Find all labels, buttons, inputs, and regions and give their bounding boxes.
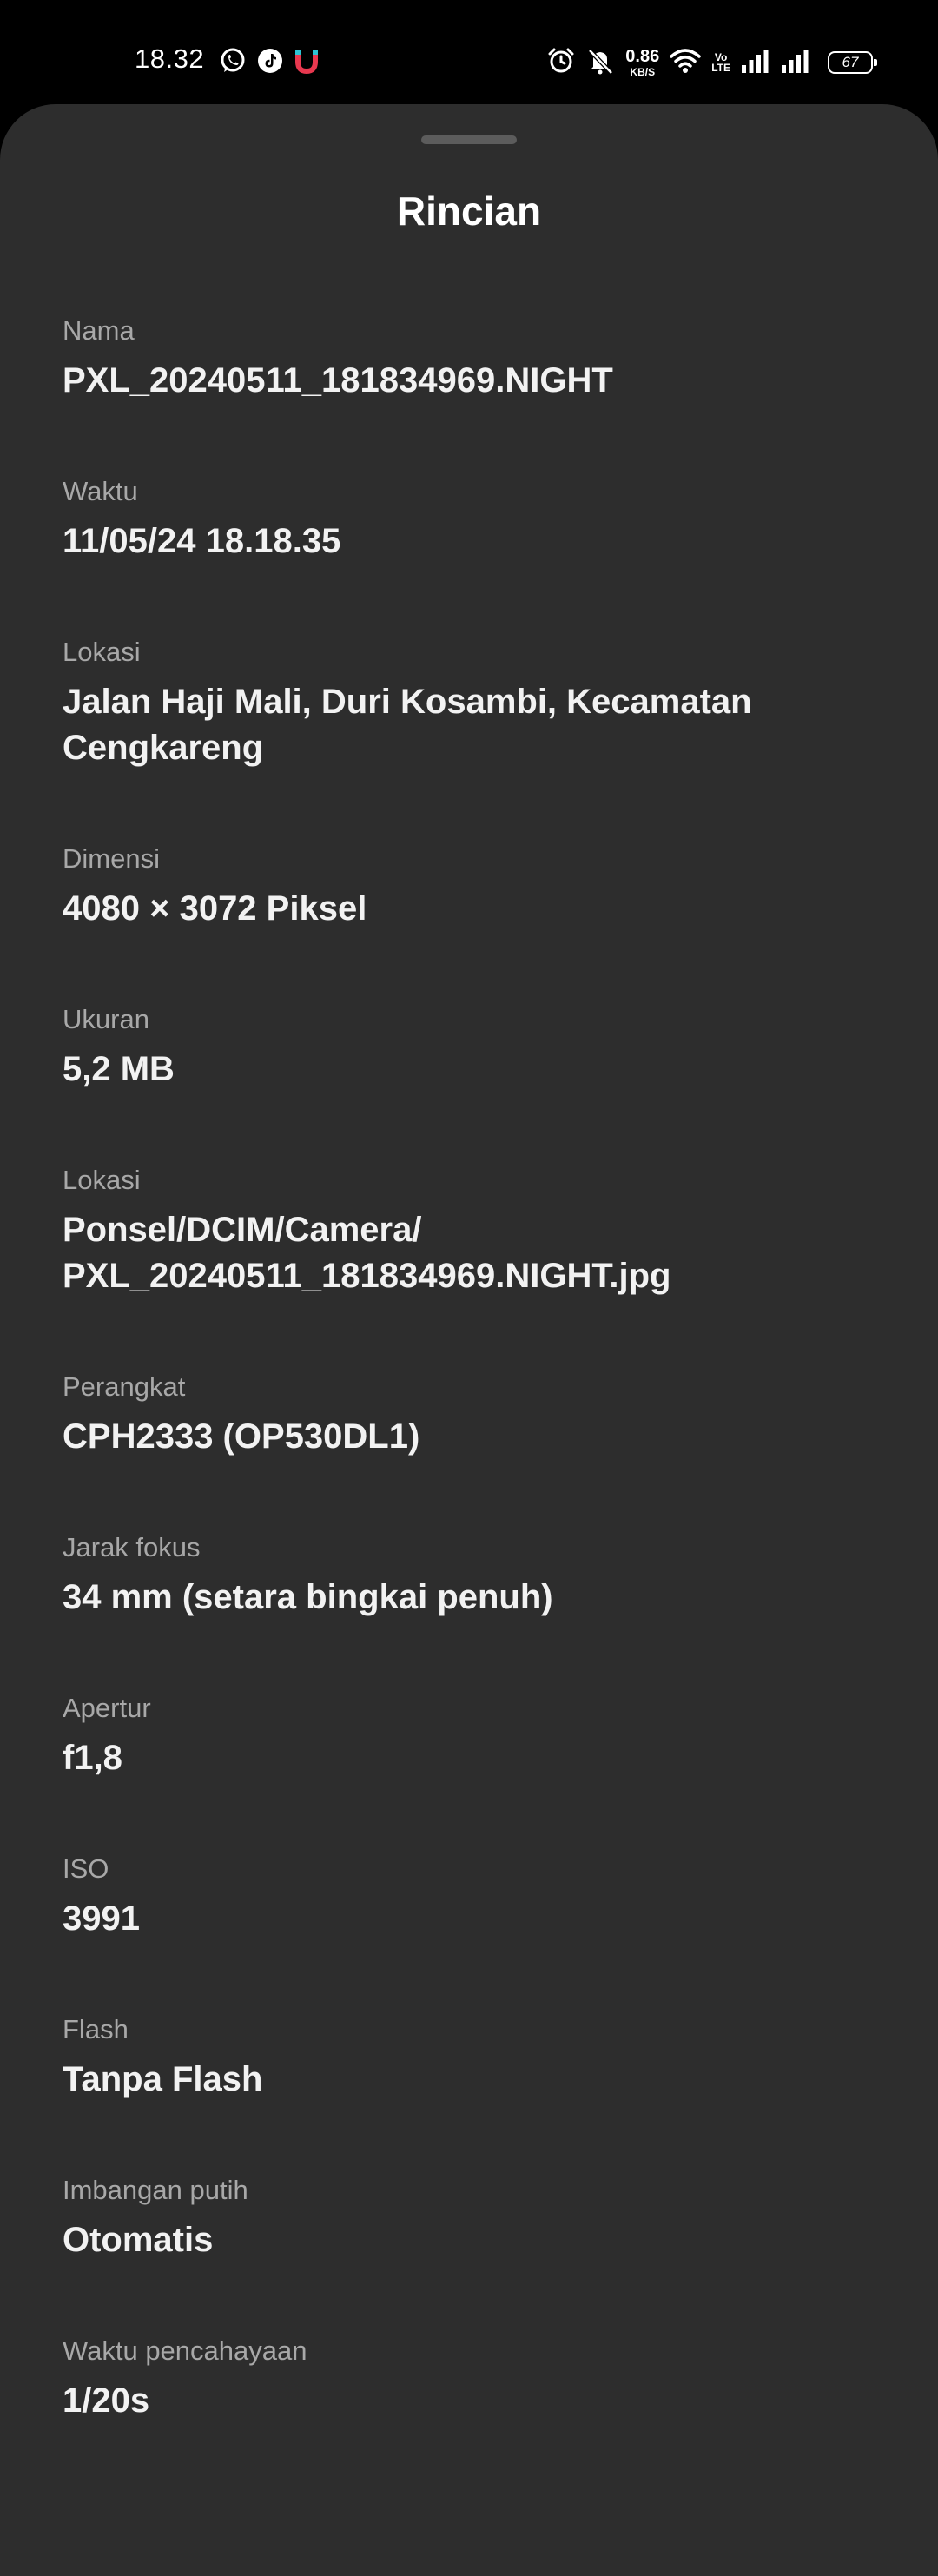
volte-indicator: Vo LTE <box>711 52 730 73</box>
sheet-title: Rincian <box>396 188 542 234</box>
details-list: Nama PXL_20240511_181834969.NIGHT Waktu … <box>63 313 879 2493</box>
alarm-icon <box>547 47 575 79</box>
status-time: 18.32 <box>135 43 205 74</box>
network-speed: 0.86 KB/S <box>625 48 659 77</box>
detail-label: Perangkat <box>63 1371 186 1402</box>
detail-label: Imbangan putih <box>63 2175 248 2205</box>
detail-value: 34 mm (setara bingkai penuh) <box>63 1578 553 1616</box>
wifi-icon <box>670 48 701 78</box>
detail-value: 5,2 MB <box>63 1050 175 1088</box>
detail-item-waktu: Waktu 11/05/24 18.18.35 <box>63 473 879 565</box>
detail-value: CPH2333 (OP530DL1) <box>63 1417 420 1456</box>
detail-item-jarak-fokus: Jarak fokus 34 mm (setara bingkai penuh) <box>63 1529 879 1621</box>
detail-item-waktu-pencahayaan: Waktu pencahayaan 1/20s <box>63 2333 879 2424</box>
signal-2-icon <box>781 49 810 77</box>
detail-label: Dimensi <box>63 843 160 874</box>
battery-icon: 67 <box>828 51 877 74</box>
detail-label: Waktu <box>63 476 138 506</box>
magnet-icon <box>294 47 320 79</box>
details-bottom-sheet: Rincian Nama PXL_20240511_181834969.NIGH… <box>0 104 938 2576</box>
detail-item-perangkat: Perangkat CPH2333 (OP530DL1) <box>63 1369 879 1460</box>
detail-label: Flash <box>63 2014 129 2044</box>
detail-item-nama: Nama PXL_20240511_181834969.NIGHT <box>63 313 879 404</box>
detail-item-apertur: Apertur f1,8 <box>63 1690 879 1781</box>
notification-icons <box>219 47 320 78</box>
detail-label: Waktu pencahayaan <box>63 2335 307 2366</box>
detail-item-lokasi-path: Lokasi Ponsel/DCIM/Camera/ PXL_20240511_… <box>63 1162 879 1299</box>
tiktok-icon <box>257 48 283 78</box>
detail-value: 3991 <box>63 1899 140 1938</box>
detail-item-iso: ISO 3991 <box>63 1851 879 1942</box>
signal-1-icon <box>741 49 770 77</box>
detail-label: Lokasi <box>63 637 141 667</box>
battery-level: 67 <box>842 54 859 70</box>
detail-item-ukuran: Ukuran 5,2 MB <box>63 1001 879 1093</box>
detail-label: ISO <box>63 1853 109 1884</box>
detail-value: Jalan Haji Mali, Duri Kosambi, Kecamatan… <box>63 683 752 767</box>
detail-item-lokasi-geo: Lokasi Jalan Haji Mali, Duri Kosambi, Ke… <box>63 634 879 771</box>
detail-value: Ponsel/DCIM/Camera/ PXL_20240511_1818349… <box>63 1211 671 1295</box>
volte-bottom-label: LTE <box>711 62 730 74</box>
detail-value: PXL_20240511_181834969.NIGHT <box>63 361 613 400</box>
detail-label: Jarak fokus <box>63 1532 201 1562</box>
system-status-icons: 0.86 KB/S Vo LTE 67 <box>547 45 877 80</box>
detail-label: Ukuran <box>63 1004 149 1034</box>
detail-value: Tanpa Flash <box>63 2060 263 2098</box>
detail-item-imbangan-putih: Imbangan putih Otomatis <box>63 2172 879 2263</box>
detail-item-dimensi: Dimensi 4080 × 3072 Piksel <box>63 841 879 932</box>
status-bar: 18.32 0.86 KB/S Vo LTE 67 <box>0 0 938 104</box>
detail-label: Lokasi <box>63 1165 141 1195</box>
mute-icon <box>585 47 615 79</box>
whatsapp-icon <box>219 47 247 79</box>
drag-handle[interactable] <box>421 135 517 144</box>
network-speed-unit: KB/S <box>630 66 656 78</box>
detail-value: 4080 × 3072 Piksel <box>63 889 367 928</box>
detail-value: f1,8 <box>63 1739 122 1777</box>
detail-item-flash: Flash Tanpa Flash <box>63 2011 879 2103</box>
detail-value: 1/20s <box>63 2381 150 2420</box>
detail-label: Nama <box>63 315 135 346</box>
detail-label: Apertur <box>63 1693 151 1723</box>
detail-value: 11/05/24 18.18.35 <box>63 522 341 560</box>
network-speed-value: 0.86 <box>625 47 660 66</box>
detail-value: Otomatis <box>63 2221 214 2259</box>
